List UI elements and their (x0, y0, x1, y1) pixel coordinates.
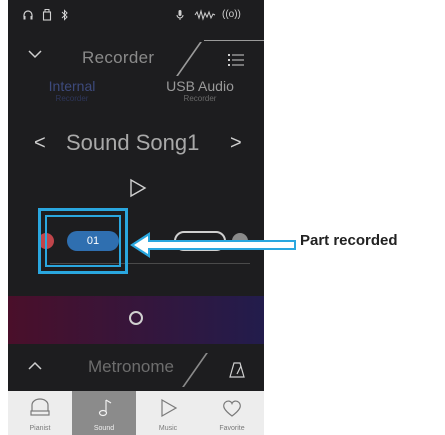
status-bar: ((o)) (8, 0, 264, 32)
tab-usb-audio[interactable]: USB Audio Recorder (136, 78, 264, 104)
nav-sound-label: Sound (93, 425, 115, 432)
nav-music[interactable]: Music (136, 391, 200, 435)
recorder-tabs: Internal Recorder USB Audio Recorder (8, 78, 264, 112)
nav-sound[interactable]: Sound (72, 391, 136, 435)
header-divider (176, 42, 202, 76)
music-note-icon (98, 399, 112, 417)
callout-arrow-icon (130, 232, 296, 258)
previous-song-button[interactable]: < (34, 132, 46, 155)
bluetooth-icon (61, 9, 69, 24)
tab-internal-label: Internal (48, 78, 96, 94)
record-ring-icon[interactable] (129, 311, 143, 325)
microphone-icon (176, 9, 184, 24)
tab-internal-sub: Recorder (55, 94, 89, 103)
metronome-bar: Metronome (8, 347, 264, 391)
tab-usb-label: USB Audio (166, 78, 234, 94)
bottom-navigation: Pianist Sound Music Favorite (8, 391, 264, 435)
nav-favorite[interactable]: Favorite (200, 391, 264, 435)
chevron-down-icon[interactable] (28, 46, 42, 64)
usb-memory-icon (42, 9, 52, 24)
record-bar[interactable] (8, 296, 264, 344)
tab-internal[interactable]: Internal Recorder (8, 78, 136, 104)
wireless-indicator: ((o)) (222, 9, 241, 20)
nav-favorite-label: Favorite (219, 425, 245, 432)
song-selector: < Sound Song1 > (8, 130, 264, 164)
heart-icon (223, 400, 241, 417)
metronome-title: Metronome (88, 357, 174, 376)
header-top-rule (204, 40, 264, 41)
metronome-icon[interactable] (228, 361, 246, 379)
nav-pianist-label: Pianist (29, 425, 51, 432)
callout-label: Part recorded (300, 232, 398, 249)
headphones-icon (22, 9, 34, 24)
page-title: Recorder (82, 48, 155, 67)
metronome-divider (182, 353, 208, 387)
play-icon[interactable] (128, 178, 148, 198)
next-song-button[interactable]: > (230, 132, 242, 155)
waveform-icon (194, 9, 216, 24)
list-menu-icon[interactable] (228, 53, 244, 66)
play-icon (161, 398, 178, 418)
song-name: Sound Song1 (66, 130, 200, 155)
nav-music-label: Music (158, 425, 178, 432)
chevron-up-icon[interactable] (28, 358, 42, 374)
nav-pianist[interactable]: Pianist (8, 391, 72, 435)
highlight-inner-box (45, 215, 121, 267)
tab-usb-sub: Recorder (183, 94, 217, 103)
piano-icon (30, 398, 50, 416)
recorder-header: Recorder (8, 40, 264, 76)
